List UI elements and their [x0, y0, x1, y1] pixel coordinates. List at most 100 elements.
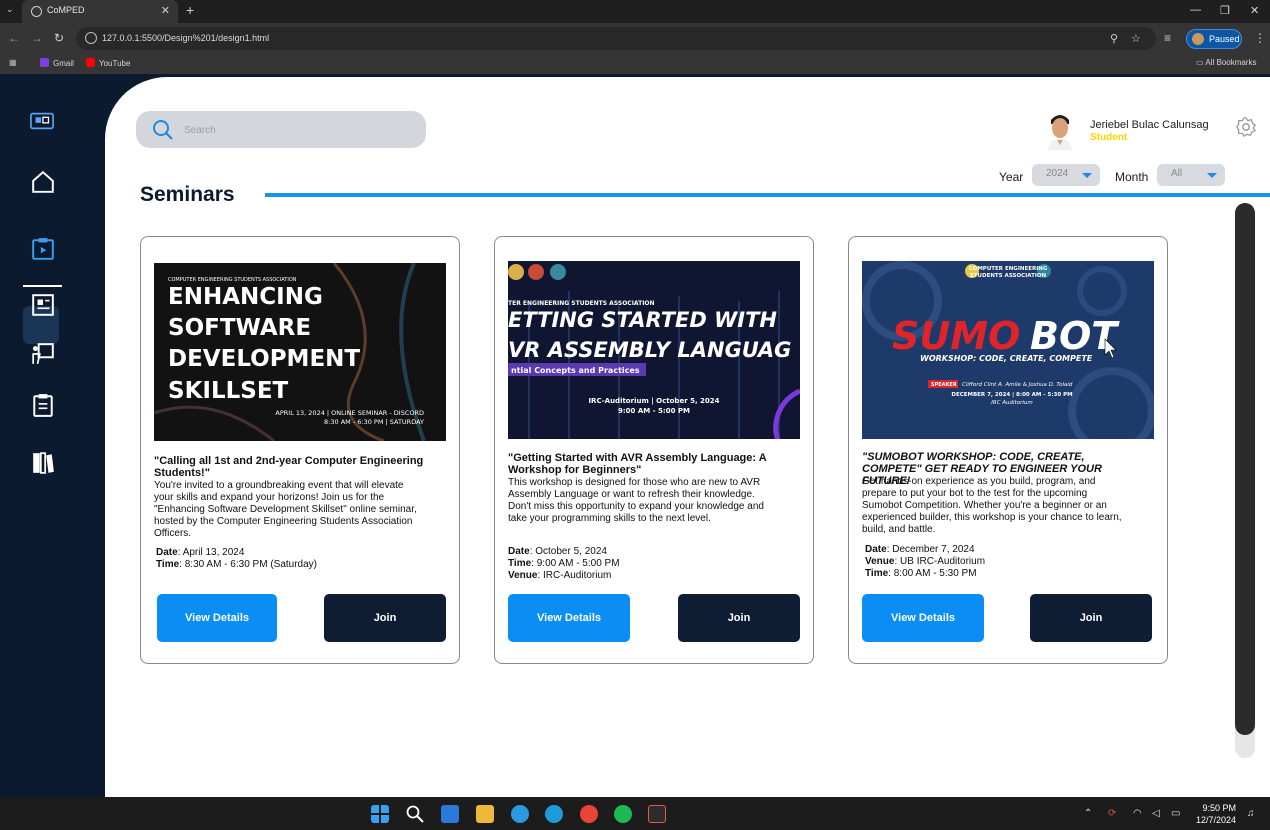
meta-value: : 8:00 AM - 5:30 PM: [888, 568, 977, 579]
profile-avatar: [1192, 33, 1204, 45]
scrollbar-thumb[interactable]: [1235, 203, 1255, 735]
meta-value: : 9:00 AM - 5:00 PM: [531, 558, 620, 569]
banner-subtitle: ntial Concepts and Practices: [511, 366, 640, 375]
card-date: Date: April 13, 2024: [156, 547, 244, 559]
speaker-names: Clifford Clint A. Amile & Joshua D. Tola…: [962, 382, 1073, 388]
gear-icon[interactable]: [1235, 116, 1257, 138]
view-details-button[interactable]: View Details: [157, 594, 277, 642]
meta-value: : October 5, 2024: [529, 546, 607, 557]
banner-line: ETTING STARTED WITH: [508, 308, 777, 332]
python-icon[interactable]: [511, 805, 529, 823]
reload-icon[interactable]: ↻: [54, 31, 64, 45]
browser-menu-icon[interactable]: ⋮: [1254, 31, 1266, 45]
meta-value: : 8:30 AM - 6:30 PM (Saturday): [179, 559, 318, 570]
seminar-icon[interactable]: [31, 237, 55, 261]
seminar-banner: COMPUTER ENGINEERING STUDENTS ASSOCIATIO…: [154, 263, 446, 441]
meta-key: Venue: [865, 556, 895, 567]
profile-status: Paused: [1209, 34, 1240, 44]
clock[interactable]: 9:50 PM 12/7/2024: [1196, 802, 1236, 826]
join-button[interactable]: Join: [1030, 594, 1152, 642]
join-button[interactable]: Join: [678, 594, 800, 642]
year-value: 2024: [1046, 168, 1069, 179]
clock-time: 9:50 PM: [1202, 803, 1237, 813]
seminar-card: COMPUTER ENGINEERING STUDENTS ASSOCIATIO…: [848, 236, 1168, 664]
meta-key: Date: [156, 547, 178, 558]
chrome-icon[interactable]: [580, 805, 598, 823]
home-icon[interactable]: [31, 170, 55, 194]
file-explorer-icon[interactable]: [476, 805, 494, 823]
join-button[interactable]: Join: [324, 594, 446, 642]
meta-key: Time: [508, 558, 532, 569]
store-icon[interactable]: [441, 805, 459, 823]
minimize-icon[interactable]: —: [1190, 4, 1201, 16]
chevron-up-icon[interactable]: ⌃: [1084, 808, 1092, 819]
gmail-icon: [40, 58, 49, 67]
card-title: "Getting Started with AVR Assembly Langu…: [508, 452, 767, 476]
zoom-icon[interactable]: ⚲: [1110, 32, 1118, 45]
windows-start-icon[interactable]: [371, 805, 389, 823]
card-description: Get hands-on experience as you build, pr…: [862, 476, 1122, 535]
banner-footer: 8:30 AM - 6:30 PM | SATURDAY: [324, 418, 424, 426]
forward-icon[interactable]: →: [31, 31, 43, 45]
tab-search-icon[interactable]: ⌄: [6, 4, 14, 15]
spotify-icon[interactable]: [614, 805, 632, 823]
meta-key: Date: [865, 544, 887, 555]
profile-button[interactable]: Paused: [1186, 29, 1242, 49]
close-window-icon[interactable]: ✕: [1250, 4, 1259, 17]
reading-list-icon[interactable]: ≡: [1164, 31, 1171, 45]
presentation-icon[interactable]: [31, 342, 55, 366]
back-icon[interactable]: ←: [8, 31, 20, 45]
banner-footer: IRC-Auditorium | October 5, 2024: [588, 397, 719, 406]
edge-icon[interactable]: [545, 805, 563, 823]
clipboard-icon[interactable]: [31, 393, 55, 417]
card-time: Time: 8:30 AM - 6:30 PM (Saturday): [156, 559, 317, 571]
bookmark-star-icon[interactable]: ☆: [1131, 32, 1141, 45]
bookmark-youtube[interactable]: YouTube: [86, 58, 130, 68]
site-info-icon[interactable]: [85, 32, 97, 44]
battery-icon[interactable]: ▭: [1171, 808, 1180, 819]
view-details-button[interactable]: View Details: [862, 594, 984, 642]
news-icon[interactable]: [31, 293, 55, 317]
volume-icon[interactable]: ◁: [1152, 808, 1160, 819]
search-icon: [153, 120, 173, 140]
sync-icon[interactable]: ⟳: [1108, 808, 1116, 819]
speaker-tag: SPEAKER: [931, 382, 957, 388]
card-description: This workshop is designed for those who …: [508, 477, 764, 524]
search-bar[interactable]: [136, 111, 426, 148]
avatar[interactable]: [1045, 110, 1075, 150]
card-venue: Venue: UB IRC-Auditorium: [865, 556, 985, 568]
banner-org: TER ENGINEERING STUDENTS ASSOCIATION: [508, 300, 655, 307]
meta-value: : UB IRC-Auditorium: [894, 556, 986, 567]
apps-grid-icon[interactable]: ▦: [9, 58, 17, 67]
url-field[interactable]: 127.0.0.1:5500/Design%201/design1.html ⚲…: [76, 27, 1156, 50]
chevron-down-icon: [1082, 173, 1092, 178]
restore-icon[interactable]: ❐: [1220, 4, 1230, 17]
card-title: "Calling all 1st and 2nd-year Computer E…: [154, 455, 424, 479]
notification-bell-icon[interactable]: ♫: [1247, 808, 1255, 819]
wifi-icon[interactable]: ◠: [1133, 808, 1142, 819]
library-icon[interactable]: [31, 451, 55, 475]
year-dropdown[interactable]: 2024: [1032, 164, 1100, 186]
figma-icon[interactable]: [648, 805, 666, 823]
new-tab-icon[interactable]: +: [186, 2, 194, 18]
browser-tab-bar: ⌄ CoMPED ✕ + — ❐ ✕: [0, 0, 1270, 23]
search-icon[interactable]: [406, 805, 424, 823]
logo-icon[interactable]: [30, 109, 54, 133]
all-bookmarks[interactable]: ▭ All Bookmarks: [1196, 58, 1256, 67]
close-tab-icon[interactable]: ✕: [161, 4, 170, 17]
card-date: Date: December 7, 2024: [865, 544, 975, 556]
banner-image: COMPUTER ENGINEERING STUDENTS ASSOCIATIO…: [154, 263, 446, 441]
browser-tab[interactable]: CoMPED ✕: [22, 0, 178, 23]
card-date: Date: October 5, 2024: [508, 546, 607, 558]
search-input[interactable]: [184, 122, 404, 138]
month-label: Month: [1115, 170, 1149, 184]
card-time: Time: 9:00 AM - 5:00 PM: [508, 558, 620, 570]
view-details-button[interactable]: View Details: [508, 594, 630, 642]
banner-subtitle: WORKSHOP: CODE, CREATE, COMPETE: [920, 354, 1093, 363]
year-label: Year: [999, 170, 1024, 184]
bookmark-label: YouTube: [99, 59, 131, 68]
bookmark-gmail[interactable]: Gmail: [40, 58, 74, 68]
taskbar: ⌃ ⟳ ◠ ◁ ▭ 9:50 PM 12/7/2024 ♫: [0, 797, 1270, 830]
month-value: All: [1171, 168, 1183, 179]
month-dropdown[interactable]: All: [1157, 164, 1225, 186]
